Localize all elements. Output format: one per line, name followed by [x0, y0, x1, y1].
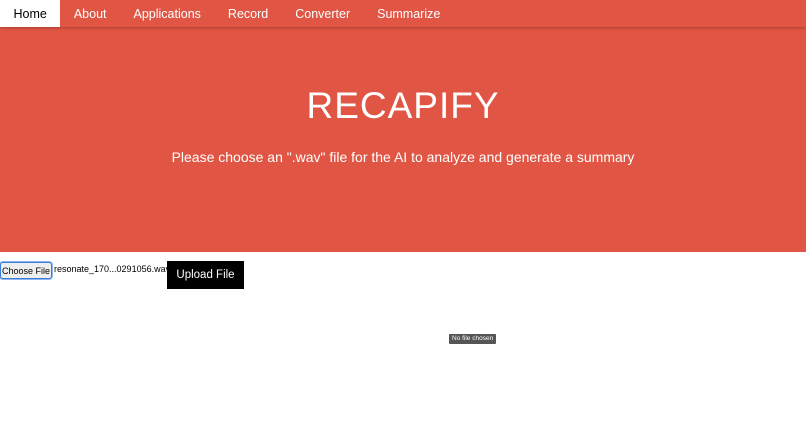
nav-item-label: About	[73, 6, 107, 21]
page-title: RECAPIFY	[306, 85, 500, 126]
selected-file-name: resonate_170...0291056.wav	[54, 264, 171, 274]
nav-bar: Home About Applications Record Converter…	[0, 0, 806, 27]
nav-item-label: Home	[13, 6, 47, 21]
upload-form: Choose File resonate_170...0291056.wav U…	[0, 261, 806, 289]
choose-file-button[interactable]: Choose File	[0, 262, 52, 279]
nav-item-record[interactable]: Record	[214, 0, 281, 27]
nav-item-label: Record	[227, 6, 269, 21]
nav-item-home[interactable]: Home	[0, 0, 61, 27]
nav-item-label: Applications	[133, 6, 201, 21]
upload-file-button[interactable]: Upload File	[167, 261, 244, 289]
nav-item-summarize[interactable]: Summarize	[364, 0, 454, 27]
hero-subtitle: Please choose an ".wav" file for the AI …	[171, 149, 635, 165]
nav-item-about[interactable]: About	[60, 0, 120, 27]
nav-item-label: Summarize	[377, 6, 441, 21]
nav-item-label: Converter	[295, 6, 351, 21]
hero-banner: RECAPIFY Please choose an ".wav" file fo…	[0, 27, 806, 252]
file-input-tooltip: No file chosen	[449, 334, 497, 344]
nav-item-converter[interactable]: Converter	[282, 0, 364, 27]
nav-item-applications[interactable]: Applications	[120, 0, 214, 27]
